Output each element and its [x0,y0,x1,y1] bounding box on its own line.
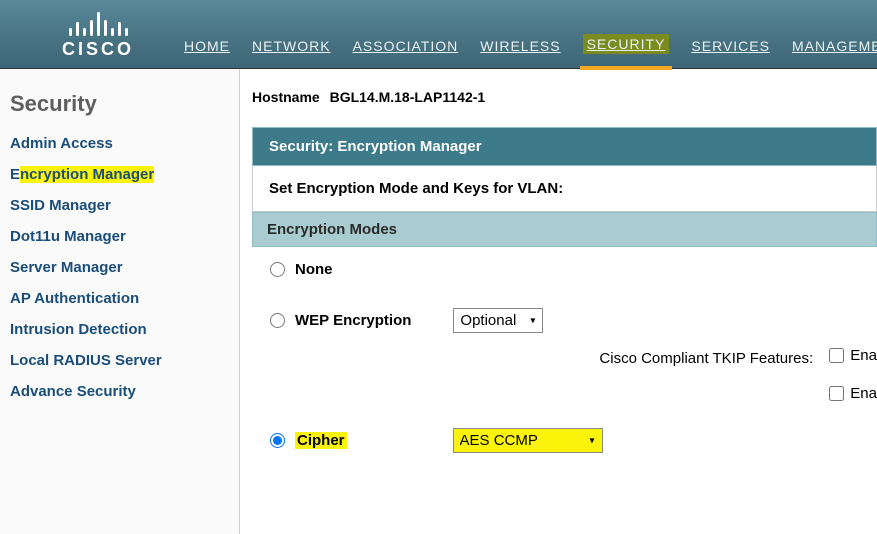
mode-wep-row: WEP Encryption Optional [252,278,877,333]
sidebar-item-dot11u-manager[interactable]: Dot11u Manager [10,228,126,245]
cisco-logo: CISCO [62,8,134,60]
main-content: Hostname BGL14.M.18-LAP1142-1 Security: … [240,69,877,534]
sidebar-title: Security [10,91,223,117]
panel-header: Security: Encryption Manager [252,127,877,166]
radio-none[interactable] [270,262,285,277]
mode-cipher-row: Cipher AES CCMP [252,404,877,453]
radio-cipher[interactable] [270,433,285,448]
nav-wireless[interactable]: WIRELESS [480,38,560,54]
radio-wep[interactable] [270,313,285,328]
hostname-label: Hostname [252,89,320,105]
top-header: CISCO HOME NETWORK ASSOCIATION WIRELESS … [0,0,877,68]
sidebar-item-server-manager[interactable]: Server Manager [10,259,123,276]
sidebar-item-advance-security[interactable]: Advance Security [10,383,136,400]
tkip-ena-2: Ena [850,385,877,402]
nav-home[interactable]: HOME [184,38,230,54]
hostname-value: BGL14.M.18-LAP1142-1 [330,89,486,105]
wep-mode-select[interactable]: Optional [453,308,543,333]
sidebar-item-intrusion-detection[interactable]: Intrusion Detection [10,321,147,338]
tkip-row-2: Ena [252,367,877,404]
content-wrap: Security Admin Access Encryption Manager… [0,68,877,534]
cisco-bars-icon [69,8,128,36]
top-nav: HOME NETWORK ASSOCIATION WIRELESS SECURI… [184,34,877,68]
mode-none-row: None [252,247,877,278]
mode-cipher-label: Cipher [295,432,347,449]
sidebar-item-local-radius-server[interactable]: Local RADIUS Server [10,352,162,369]
section-encryption-modes: Encryption Modes [252,212,877,247]
cipher-select[interactable]: AES CCMP [453,428,603,453]
sidebar-item-ap-authentication[interactable]: AP Authentication [10,290,139,307]
tkip-ena-1: Ena [850,347,877,364]
panel-subheader: Set Encryption Mode and Keys for VLAN: [252,166,877,212]
sidebar-item-ssid-manager[interactable]: SSID Manager [10,197,111,214]
sidebar-item-encryption-manager[interactable]: ncryption Manager [20,166,154,183]
nav-services[interactable]: SERVICES [691,38,770,54]
tkip-row: Cisco Compliant TKIP Features: Ena [252,333,877,367]
hostname-line: Hostname BGL14.M.18-LAP1142-1 [252,89,877,105]
sidebar: Security Admin Access Encryption Manager… [0,69,240,534]
nav-network[interactable]: NETWORK [252,38,331,54]
sidebar-item-admin-access[interactable]: Admin Access [10,135,113,152]
nav-security[interactable]: SECURITY [583,34,670,54]
nav-association[interactable]: ASSOCIATION [353,38,459,54]
mode-wep-label: WEP Encryption [295,312,411,329]
nav-management[interactable]: MANAGEMENT [792,38,877,54]
tkip-label: Cisco Compliant TKIP Features: [599,350,813,367]
brand-text: CISCO [62,39,134,60]
tkip-checkbox-1[interactable] [829,348,844,363]
mode-none-label: None [295,261,333,278]
tkip-checkbox-2[interactable] [829,386,844,401]
